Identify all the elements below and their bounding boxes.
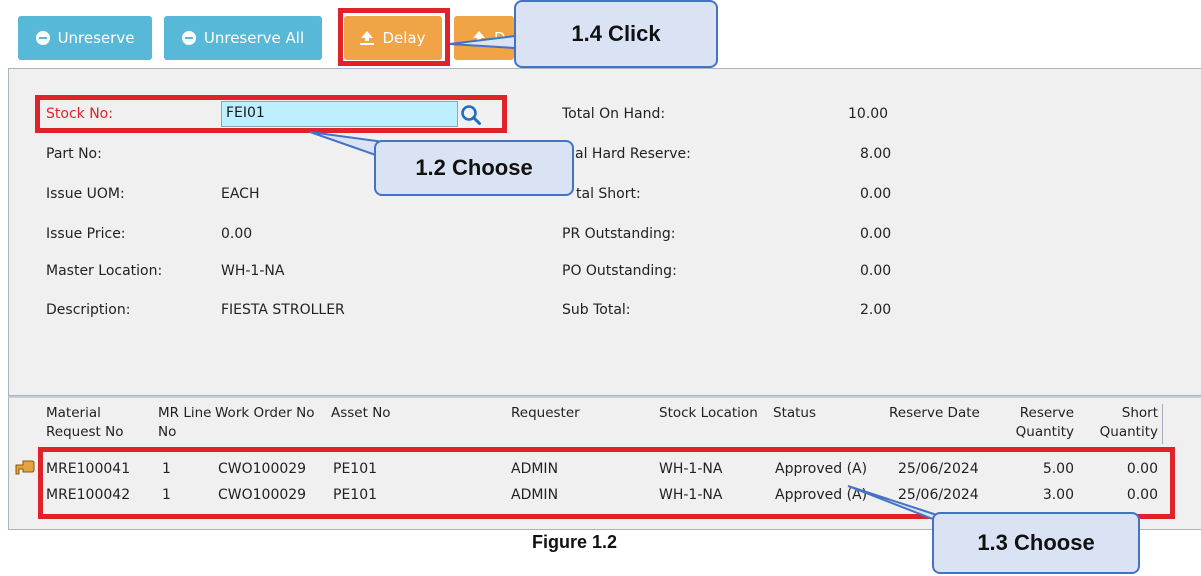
issue-uom-value: EACH	[221, 186, 260, 202]
col-work-order[interactable]: Work Order No	[215, 404, 315, 423]
total-short-value: 0.00	[860, 186, 892, 202]
delay-highlight	[338, 8, 450, 66]
master-location-label: Master Location:	[46, 263, 163, 279]
description-value: FIESTA STROLLER	[221, 302, 345, 318]
col-header-line: Request No	[46, 424, 124, 440]
callout-choose-rows: 1.3 Choose	[932, 512, 1140, 574]
issue-price-label: Issue Price:	[46, 226, 126, 242]
total-on-hand-label: Total On Hand:	[562, 106, 666, 122]
po-outstanding-value: 0.00	[860, 263, 892, 279]
col-header-line: MR Line	[158, 405, 212, 421]
upload-icon	[472, 31, 486, 45]
pr-outstanding-value: 0.00	[860, 226, 892, 242]
unreserve-all-label: Unreserve All	[203, 29, 305, 47]
total-hard-reserve-value: 8.00	[860, 146, 892, 162]
partial-delay-button[interactable]: D	[454, 16, 514, 60]
partial-delay-label: D	[494, 29, 506, 47]
col-status[interactable]: Status	[773, 404, 816, 423]
col-short-quantity[interactable]: Short Quantity	[1094, 404, 1158, 442]
col-header-line: Quantity	[1015, 424, 1074, 440]
col-stock-location[interactable]: Stock Location	[659, 404, 758, 423]
callout-choose-stock: 1.2 Choose	[374, 140, 574, 196]
part-no-label: Part No:	[46, 146, 102, 162]
po-outstanding-label: PO Outstanding:	[562, 263, 677, 279]
col-requester[interactable]: Requester	[511, 404, 580, 423]
pr-outstanding-label: PR Outstanding:	[562, 226, 676, 242]
issue-price-value: 0.00	[221, 226, 253, 242]
total-on-hand-value: 10.00	[848, 106, 889, 122]
row-pointer-icon	[15, 460, 35, 475]
minus-circle-icon	[181, 31, 196, 45]
stock-no-highlight	[35, 95, 507, 133]
column-divider	[1162, 404, 1163, 444]
master-location-value: WH-1-NA	[221, 263, 285, 279]
col-reserve-quantity[interactable]: Reserve Quantity	[1010, 404, 1074, 442]
minus-circle-icon	[35, 31, 50, 45]
col-header-line: Reserve	[1019, 405, 1074, 421]
col-header-line: Quantity	[1099, 424, 1158, 440]
callout-click: 1.4 Click	[514, 0, 718, 68]
col-header-line: Material	[46, 405, 101, 421]
description-label: Description:	[46, 302, 131, 318]
col-header-line: Short	[1121, 405, 1158, 421]
col-reserve-date[interactable]: Reserve Date	[889, 404, 980, 423]
issue-uom-label: Issue UOM:	[46, 186, 125, 202]
rows-highlight	[38, 447, 1175, 519]
col-header-line: No	[158, 424, 177, 440]
col-material-request[interactable]: Material Request No	[46, 404, 124, 442]
unreserve-all-button[interactable]: Unreserve All	[164, 16, 322, 60]
unreserve-button[interactable]: Unreserve	[18, 16, 152, 60]
col-mr-line[interactable]: MR Line No	[158, 404, 211, 442]
unreserve-label: Unreserve	[57, 29, 135, 47]
figure-caption: Figure 1.2	[532, 532, 618, 552]
total-short-label: tal Short:	[576, 186, 641, 202]
col-asset-no[interactable]: Asset No	[331, 404, 391, 423]
sub-total-value: 2.00	[860, 302, 892, 318]
sub-total-label: Sub Total:	[562, 302, 631, 318]
total-hard-reserve-label: al Hard Reserve:	[575, 146, 691, 162]
